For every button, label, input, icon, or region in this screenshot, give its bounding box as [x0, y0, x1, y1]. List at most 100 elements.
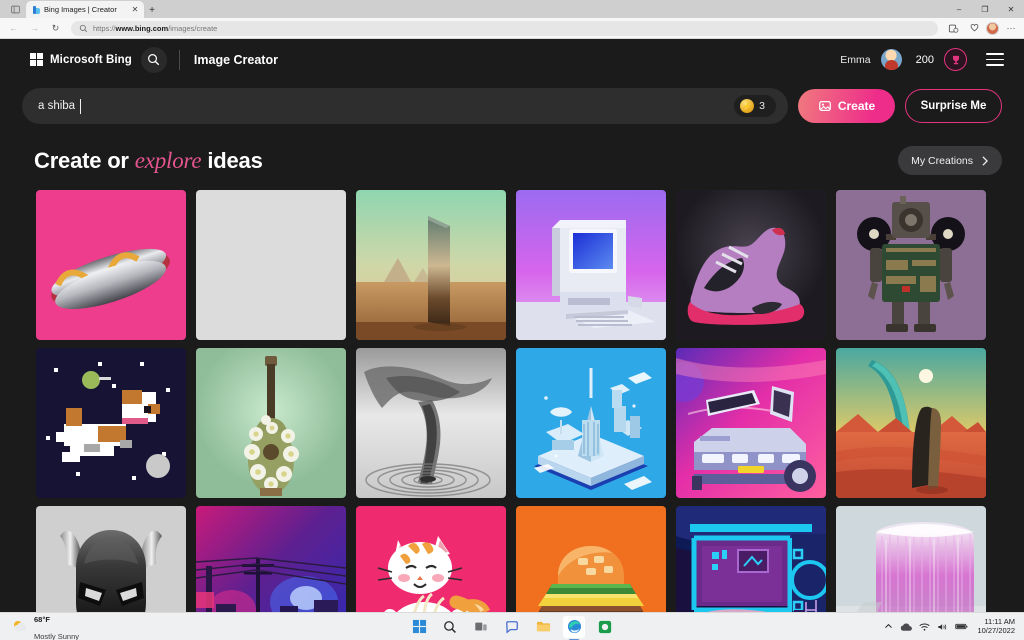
- folder-icon: [536, 621, 550, 632]
- gallery-tile-desert-traveler[interactable]: [836, 348, 986, 498]
- browser-tab[interactable]: Bing Images | Creator ✕: [26, 1, 144, 18]
- windows-taskbar: 68°F Mostly Sunny 11:11 AM 10/27/2022: [0, 612, 1024, 640]
- start-button[interactable]: [408, 616, 430, 638]
- site-header: Microsoft Bing Image Creator Emma 200: [0, 39, 1024, 80]
- new-tab-button[interactable]: +: [144, 5, 160, 18]
- chat-button[interactable]: [501, 616, 523, 638]
- taskbar-clock[interactable]: 11:11 AM 10/27/2022: [977, 617, 1015, 635]
- header-search-icon[interactable]: [140, 46, 167, 73]
- gallery-tile-loading-placeholder[interactable]: [196, 190, 346, 340]
- gallery-tile-neon-bedroom[interactable]: [676, 506, 826, 612]
- gallery-tile-noodle-cat[interactable]: [356, 506, 506, 612]
- battery-icon[interactable]: [955, 622, 968, 631]
- hamburger-menu-icon[interactable]: [986, 53, 1004, 66]
- gallery-tile-floral-guitar[interactable]: [196, 348, 346, 498]
- microsoft-bing-logo[interactable]: Microsoft Bing: [30, 53, 132, 66]
- headline-emphasis: explore: [134, 147, 202, 173]
- headline-before: Create or: [34, 147, 135, 173]
- gallery-tile-orange-burger[interactable]: [516, 506, 666, 612]
- windows-logo-icon: [412, 619, 426, 634]
- address-search-icon: [79, 24, 88, 32]
- task-view-icon: [475, 622, 487, 630]
- browser-navigation-bar: ← → ↻ https://www.bing.com/images/create…: [0, 18, 1024, 39]
- gallery-tile-retro-computer[interactable]: [516, 190, 666, 340]
- onedrive-cloud-icon[interactable]: [900, 622, 913, 632]
- microsoft-logo-icon: [30, 53, 43, 66]
- my-creations-label: My Creations: [911, 154, 973, 167]
- tab-strip: Bing Images | Creator ✕ + – ❐ ✕: [0, 0, 1024, 18]
- gallery-tile-isometric-city[interactable]: [516, 348, 666, 498]
- edge-browser-button[interactable]: [563, 615, 585, 638]
- back-button[interactable]: ←: [4, 19, 23, 38]
- wifi-icon[interactable]: [919, 622, 931, 632]
- surprise-me-label: Surprise Me: [920, 100, 987, 112]
- chevron-up-icon[interactable]: [884, 622, 893, 631]
- favorites-icon[interactable]: [965, 19, 983, 37]
- prompt-input-value: a shiba: [38, 100, 76, 112]
- chat-bubble-icon: [506, 620, 518, 634]
- prompt-row: a shiba ⚡ 3 Create Surprise Me: [22, 88, 1002, 215]
- text-caret: [80, 98, 82, 114]
- brand-name: Microsoft Bing: [50, 53, 132, 66]
- sun-cloud-icon: [14, 620, 27, 631]
- inspiration-grid: [36, 190, 988, 612]
- my-creations-button[interactable]: My Creations: [898, 146, 1002, 175]
- search-icon: [444, 620, 456, 633]
- create-button[interactable]: Create: [798, 89, 895, 123]
- tab-title: Bing Images | Creator: [44, 5, 117, 14]
- green-app-button[interactable]: [594, 616, 616, 638]
- minimize-button[interactable]: –: [946, 0, 972, 18]
- green-app-icon: [598, 620, 612, 633]
- browser-window: Bing Images | Creator ✕ + – ❐ ✕ ← → ↻ ht…: [0, 0, 1024, 640]
- close-window-button[interactable]: ✕: [998, 0, 1024, 18]
- url-domain: www.bing.com: [115, 23, 169, 33]
- close-tab-icon[interactable]: ✕: [130, 5, 140, 14]
- file-explorer-button[interactable]: [532, 616, 554, 638]
- gallery-tile-pixel-space-dog[interactable]: [36, 348, 186, 498]
- gallery-tile-magenta-waterfall[interactable]: [836, 506, 986, 612]
- forward-button[interactable]: →: [25, 19, 44, 38]
- header-right-cluster: Emma 200: [840, 48, 1004, 71]
- chevron-right-icon: [982, 155, 988, 166]
- taskbar-search-button[interactable]: [439, 616, 461, 638]
- profile-avatar-icon[interactable]: [986, 21, 999, 35]
- gallery-tile-vinyl-robot[interactable]: [836, 190, 986, 340]
- headline-row: Create or explore ideas My Creations: [34, 146, 1002, 175]
- gallery-tile-desert-monolith[interactable]: [356, 190, 506, 340]
- edge-icon: [567, 619, 581, 634]
- gallery-tile-grayscale-tornado[interactable]: [356, 348, 506, 498]
- taskbar-weather-widget[interactable]: 68°F Mostly Sunny: [0, 610, 79, 640]
- user-name: Emma: [840, 53, 871, 66]
- system-tray: 11:11 AM 10/27/2022: [884, 617, 1024, 635]
- surprise-me-button[interactable]: Surprise Me: [905, 89, 1002, 123]
- boost-chip[interactable]: ⚡ 3: [734, 95, 776, 117]
- gallery-tile-neon-street[interactable]: [196, 506, 346, 612]
- task-view-button[interactable]: [470, 616, 492, 638]
- tab-search-icon[interactable]: [4, 0, 26, 18]
- gallery-tile-chrome-robot-mask[interactable]: [36, 506, 186, 612]
- url-path: /images/create: [168, 23, 218, 33]
- maximize-button[interactable]: ❐: [972, 0, 998, 18]
- create-button-label: Create: [837, 99, 876, 113]
- gallery-tile-pink-sneaker[interactable]: [676, 190, 826, 340]
- collections-icon[interactable]: [944, 19, 962, 37]
- boost-count: 3: [759, 100, 765, 112]
- gallery-tile-synthwave-delorean[interactable]: [676, 348, 826, 498]
- speaker-icon[interactable]: [937, 622, 948, 632]
- more-options-icon[interactable]: ···: [1002, 19, 1020, 37]
- gallery-tile-chrome-hot-dog[interactable]: [36, 190, 186, 340]
- address-bar-url: https://www.bing.com/images/create: [93, 24, 217, 33]
- window-controls: – ❐ ✕: [946, 0, 1024, 18]
- taskbar-app-buttons: [408, 615, 616, 638]
- rewards-points: 200: [915, 53, 934, 66]
- prompt-input[interactable]: a shiba ⚡ 3: [22, 88, 788, 215]
- address-bar[interactable]: https://www.bing.com/images/create: [71, 20, 938, 36]
- weather-temperature: 68°F: [34, 614, 50, 624]
- clock-date: 10/27/2022: [977, 625, 1015, 635]
- product-title: Image Creator: [193, 52, 278, 67]
- reload-button[interactable]: ↻: [46, 19, 65, 38]
- avatar[interactable]: [880, 49, 902, 70]
- headline-after: ideas: [201, 147, 263, 173]
- bing-favicon-icon: [32, 5, 40, 14]
- rewards-trophy-icon[interactable]: [944, 48, 967, 71]
